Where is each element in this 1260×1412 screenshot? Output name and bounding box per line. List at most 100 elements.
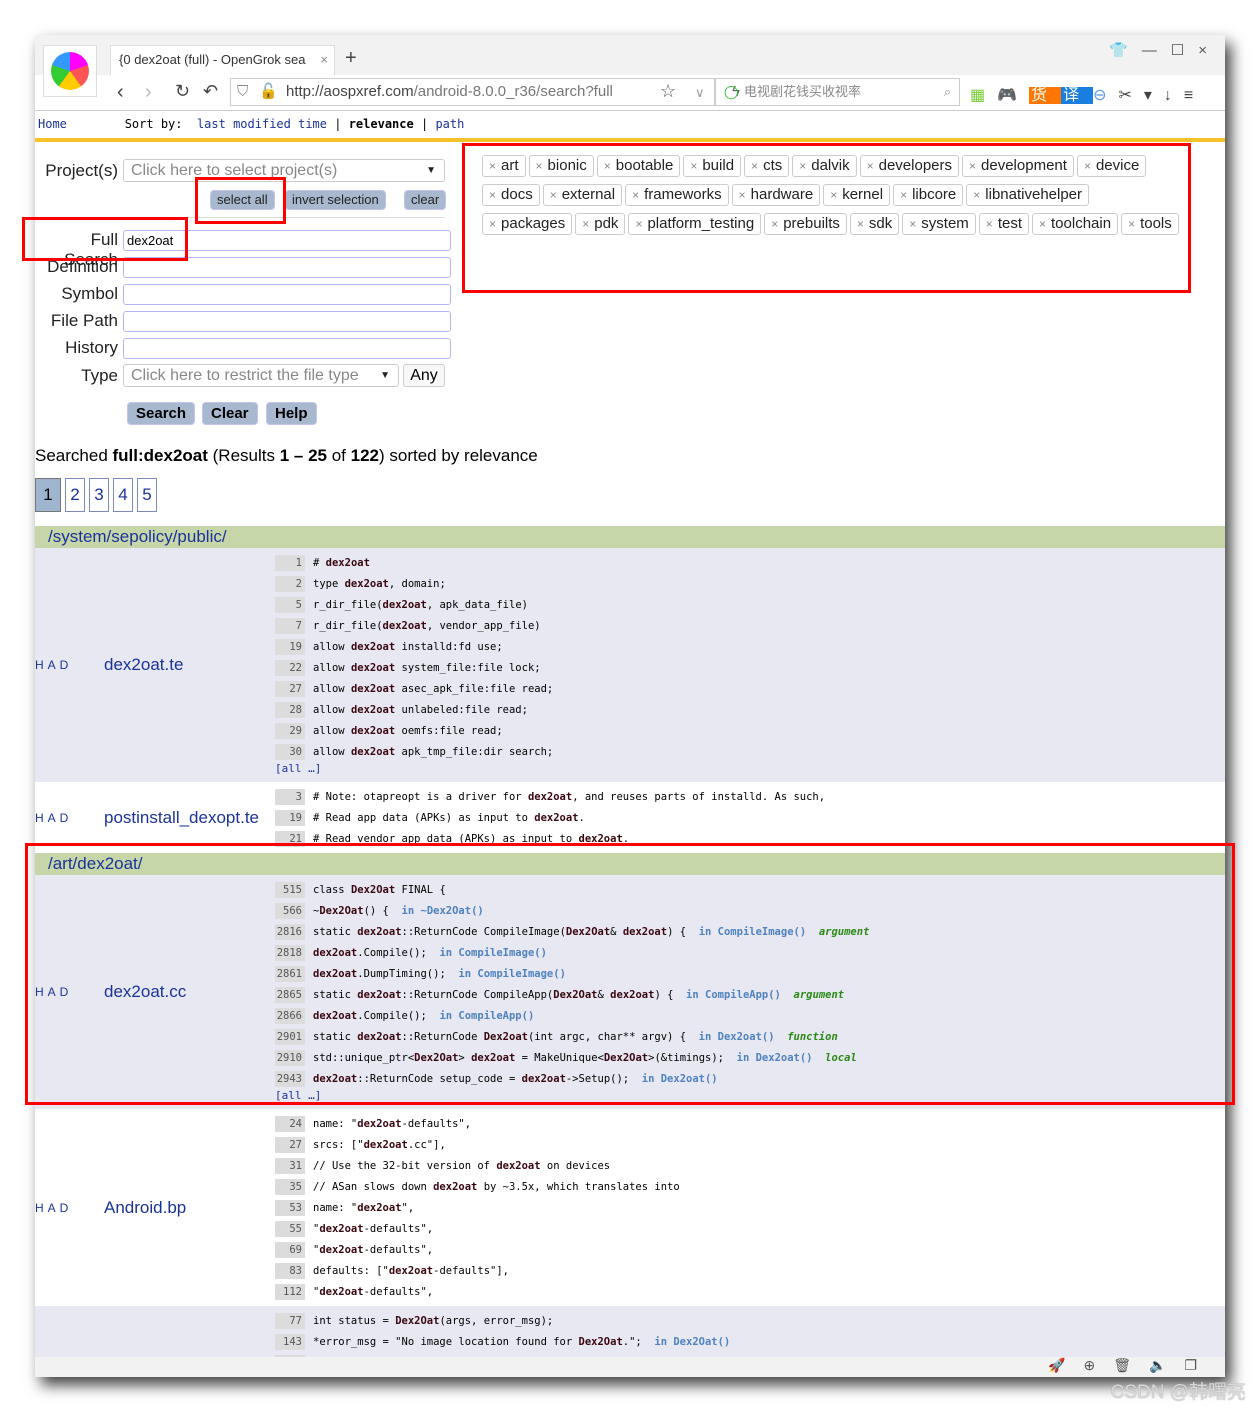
code-line[interactable]: 2866 dex2oat .Compile(); in CompileApp() bbox=[275, 1005, 1225, 1026]
scope-label[interactable]: in CompileApp() bbox=[439, 1010, 534, 1022]
menu-icon[interactable]: ≡ bbox=[1184, 87, 1205, 104]
translate-icon[interactable]: 译 bbox=[1061, 87, 1094, 104]
forward-icon[interactable]: › bbox=[145, 81, 152, 104]
line-number[interactable]: 77 bbox=[275, 1312, 305, 1329]
scope-label[interactable]: in CompileImage() bbox=[439, 947, 546, 959]
file-link[interactable]: Android.bp bbox=[104, 1198, 186, 1218]
line-number[interactable]: 515 bbox=[275, 881, 305, 898]
remove-icon[interactable]: × bbox=[1039, 217, 1046, 231]
file-link[interactable]: postinstall_dexopt.te bbox=[104, 808, 259, 828]
line-number[interactable]: 21 bbox=[275, 830, 305, 847]
remove-icon[interactable]: × bbox=[973, 188, 980, 202]
history-annotate-download-links[interactable]: HAD bbox=[35, 658, 72, 672]
line-number[interactable]: 3 bbox=[275, 788, 305, 805]
remove-icon[interactable]: × bbox=[969, 159, 976, 173]
code-line[interactable]: 2943 dex2oat::ReturnCode setup_code = dex… bbox=[275, 1068, 1225, 1089]
invert-selection-button[interactable]: invert selection bbox=[285, 190, 386, 210]
code-line[interactable]: 143 *error_msg = "No image location found… bbox=[275, 1331, 1225, 1352]
chevron-down-icon[interactable]: ∨ bbox=[695, 85, 705, 101]
code-line[interactable]: 2 type dex2oat, domain; bbox=[275, 573, 1225, 594]
history-annotate-download-links[interactable]: HAD bbox=[35, 985, 72, 999]
project-chip[interactable]: × system bbox=[902, 213, 976, 235]
project-chip[interactable]: × development bbox=[962, 155, 1074, 177]
show-all-link[interactable]: [all …] bbox=[275, 1089, 1225, 1105]
trash-icon[interactable]: 🗑 bbox=[1113, 1357, 1149, 1373]
line-number[interactable]: 31 bbox=[275, 1157, 305, 1174]
search-icon[interactable]: ⌕ bbox=[944, 79, 951, 105]
code-line[interactable]: 22 allow dex2oat system_file:file lock; bbox=[275, 657, 1225, 678]
line-number[interactable]: 29 bbox=[275, 722, 305, 739]
code-line[interactable]: 27 srcs: [" dex2oat .cc"], bbox=[275, 1134, 1225, 1155]
project-chip[interactable]: × external bbox=[542, 184, 623, 206]
project-chip[interactable]: × tools bbox=[1121, 213, 1179, 235]
remove-icon[interactable]: × bbox=[830, 188, 837, 202]
project-chip[interactable]: × toolchain bbox=[1032, 213, 1119, 235]
code-line[interactable]: 1 # dex2oat bbox=[275, 552, 1225, 573]
file-link[interactable]: dex2oat.te bbox=[104, 655, 183, 675]
volume-icon[interactable]: 🔈 bbox=[1149, 1357, 1184, 1373]
project-chip[interactable]: × dalvik bbox=[792, 155, 857, 177]
remove-icon[interactable]: × bbox=[909, 217, 916, 231]
home-link[interactable]: Home bbox=[38, 117, 67, 131]
history-annotate-download-links[interactable]: HAD bbox=[35, 1201, 72, 1215]
project-chip[interactable]: × bionic bbox=[528, 155, 594, 177]
page-link[interactable]: 4 bbox=[113, 478, 133, 512]
line-number[interactable]: 2943 bbox=[275, 1070, 305, 1087]
close-window-icon[interactable]: × bbox=[1198, 42, 1221, 59]
rocket-icon[interactable]: 🚀 bbox=[1048, 1357, 1083, 1373]
code-line[interactable]: 3 # Note: otapreopt is a driver for dex2o… bbox=[275, 786, 1225, 807]
code-line[interactable]: 566 ~ Dex2Oat() { in ~Dex2Oat() bbox=[275, 900, 1225, 921]
remove-icon[interactable]: × bbox=[751, 159, 758, 173]
code-line[interactable]: 2901 static dex2oat::ReturnCode Dex2oat (i… bbox=[275, 1026, 1225, 1047]
project-chip[interactable]: × libnativehelper bbox=[966, 184, 1090, 206]
remove-icon[interactable]: × bbox=[857, 217, 864, 231]
project-chip[interactable]: × kernel bbox=[823, 184, 891, 206]
code-line[interactable]: 83 defaults: [" dex2oat -defaults"], bbox=[275, 1260, 1225, 1281]
code-line[interactable]: 77 int status = Dex2Oat (args, error_msg); bbox=[275, 1310, 1225, 1331]
close-tab-icon[interactable]: × bbox=[320, 46, 328, 74]
full-search-input[interactable]: dex2oat bbox=[123, 230, 451, 251]
project-chip[interactable]: × packages bbox=[482, 213, 573, 235]
any-button[interactable]: Any bbox=[403, 364, 445, 387]
code-line[interactable]: 2861 dex2oat .DumpTiming(); in CompileImag… bbox=[275, 963, 1225, 984]
search-box[interactable]: ◯ 电视剧花钱买收视率 ⌕ bbox=[715, 78, 960, 106]
adblock-icon[interactable]: ⊖ bbox=[1093, 87, 1118, 104]
remove-icon[interactable]: × bbox=[1084, 159, 1091, 173]
line-number[interactable]: 2910 bbox=[275, 1049, 305, 1066]
scope-label[interactable]: in CompileImage() bbox=[458, 968, 565, 980]
code-line[interactable]: 112 " dex2oat -defaults", bbox=[275, 1281, 1225, 1302]
line-number[interactable]: 566 bbox=[275, 902, 305, 919]
remove-icon[interactable]: × bbox=[799, 159, 806, 173]
project-chip[interactable]: × art bbox=[482, 155, 526, 177]
code-line[interactable]: 5 r_dir_file(dex2oat, apk_data_file) bbox=[275, 594, 1225, 615]
back-icon[interactable]: ‹ bbox=[117, 81, 124, 104]
remove-icon[interactable]: × bbox=[739, 188, 746, 202]
line-number[interactable]: 22 bbox=[275, 659, 305, 676]
line-number[interactable]: 2865 bbox=[275, 986, 305, 1003]
remove-icon[interactable]: × bbox=[1128, 217, 1135, 231]
line-number[interactable]: 2866 bbox=[275, 1007, 305, 1024]
download-icon[interactable]: ↓ bbox=[1164, 87, 1184, 104]
page-link[interactable]: 3 bbox=[89, 478, 109, 512]
remove-icon[interactable]: × bbox=[632, 188, 639, 202]
line-number[interactable]: 83 bbox=[275, 1262, 305, 1279]
history-input[interactable] bbox=[123, 338, 451, 359]
page-link[interactable]: 5 bbox=[137, 478, 157, 512]
remove-icon[interactable]: × bbox=[690, 159, 697, 173]
tab-active[interactable]: {0 dex2oat (full) - OpenGrok sea × bbox=[110, 45, 335, 75]
line-number[interactable]: 7 bbox=[275, 617, 305, 634]
code-line[interactable]: 19 allow dex2oat installd:fd use; bbox=[275, 636, 1225, 657]
line-number[interactable]: 53 bbox=[275, 1199, 305, 1216]
window-icon[interactable]: ❐ bbox=[1184, 1357, 1215, 1373]
remove-icon[interactable]: × bbox=[900, 188, 907, 202]
line-number[interactable]: 2 bbox=[275, 575, 305, 592]
new-tab-icon[interactable]: + bbox=[345, 47, 357, 70]
line-number[interactable]: 27 bbox=[275, 680, 305, 697]
project-chip[interactable]: × test bbox=[978, 213, 1029, 235]
search-button[interactable]: Search bbox=[127, 402, 196, 425]
line-number[interactable]: 30 bbox=[275, 743, 305, 760]
code-line[interactable]: 2910 std::unique_ptr< Dex2Oat > dex2oat = M… bbox=[275, 1047, 1225, 1068]
line-number[interactable]: 19 bbox=[275, 809, 305, 826]
project-chip[interactable]: × docs bbox=[482, 184, 540, 206]
code-line[interactable]: 21 # Read vendor app data (APKs) as input… bbox=[275, 828, 1225, 849]
